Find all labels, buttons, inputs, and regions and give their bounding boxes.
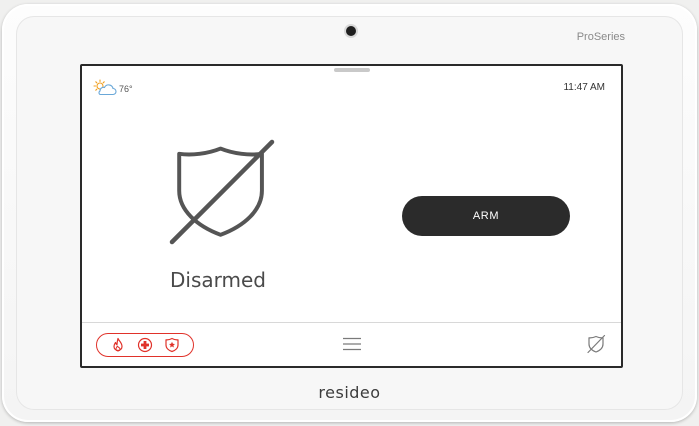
temperature-label: 76° [119,83,133,94]
system-status-label: Disarmed [170,268,266,292]
camera-icon [346,26,356,36]
fire-icon [113,337,123,352]
hamburger-menu-icon[interactable] [343,337,361,351]
partly-cloudy-icon [93,79,117,96]
police-icon [165,337,179,353]
emergency-button[interactable] [96,333,194,357]
pull-down-handle[interactable] [334,68,370,72]
bottom-nav-bar [82,322,621,366]
arm-button[interactable]: ARM [402,196,570,236]
shield-slash-icon [169,139,275,245]
brand-logo-proseries: ProSeries [576,31,625,43]
disarmed-status-icon[interactable] [586,334,606,354]
weather-widget[interactable]: 76° [92,79,133,97]
touchscreen: 76° 11:47 AM Disarmed ARM [80,64,623,368]
brand-logo-resideo: resideo [318,383,381,402]
medical-icon [137,337,153,353]
clock-time: 11:47 AM [563,82,605,93]
